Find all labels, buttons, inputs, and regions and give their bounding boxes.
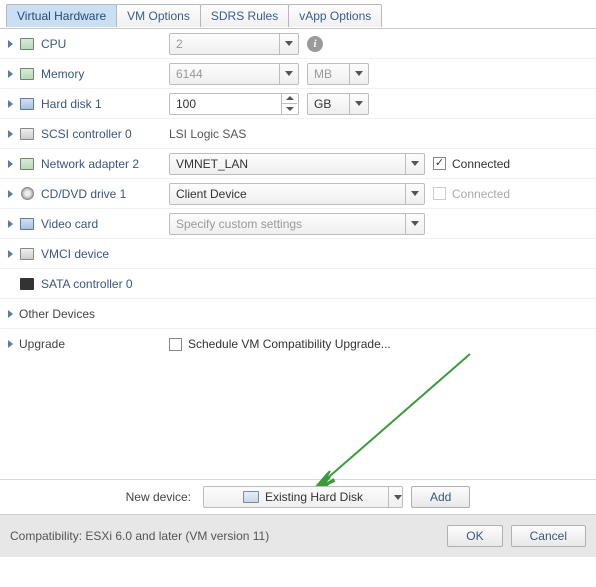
network2-select[interactable]: VMNET_LAN <box>169 153 425 175</box>
vmci-label: VMCI device <box>41 247 109 261</box>
cancel-button[interactable]: Cancel <box>511 525 586 547</box>
expand-icon[interactable] <box>8 40 13 48</box>
tab-vm-options[interactable]: VM Options <box>116 4 201 27</box>
cd-icon <box>19 187 35 201</box>
expand-icon[interactable] <box>8 160 13 168</box>
row-scsi: SCSI controller 0 LSI Logic SAS <box>0 119 596 149</box>
harddisk-icon <box>243 491 259 503</box>
expand-icon[interactable] <box>8 340 13 348</box>
dropdown-icon <box>349 94 367 114</box>
network2-connected[interactable]: Connected <box>433 157 510 171</box>
harddisk1-input[interactable]: 100 <box>169 93 299 115</box>
cddvd-label: CD/DVD drive 1 <box>41 187 126 201</box>
tab-bar: Virtual Hardware VM Options SDRS Rules v… <box>0 0 596 28</box>
row-cddvd: CD/DVD drive 1 Client Device Connected <box>0 179 596 209</box>
spinner-icon[interactable] <box>281 94 297 114</box>
cpu-icon <box>19 37 35 51</box>
harddisk-icon <box>19 97 35 111</box>
memory-input[interactable]: 6144 <box>169 63 299 85</box>
dropdown-icon <box>405 154 423 174</box>
checkbox-icon <box>433 157 446 170</box>
dropdown-icon <box>388 487 406 507</box>
tab-virtual-hardware[interactable]: Virtual Hardware <box>6 4 117 27</box>
compatibility-text: Compatibility: ESXi 6.0 and later (VM ve… <box>10 529 439 543</box>
new-device-label: New device: <box>126 490 191 504</box>
network-icon <box>19 157 35 171</box>
row-vmci: VMCI device <box>0 239 596 269</box>
vmci-icon <box>19 247 35 261</box>
checkbox-icon <box>433 187 446 200</box>
annotation-arrow-icon <box>300 349 480 504</box>
memory-unit-select[interactable]: MB <box>307 63 369 85</box>
video-icon <box>19 217 35 231</box>
video-select[interactable]: Specify custom settings <box>169 213 425 235</box>
expand-icon[interactable] <box>8 130 13 138</box>
cpu-select[interactable]: 2 <box>169 33 299 55</box>
row-upgrade: Upgrade Schedule VM Compatibility Upgrad… <box>0 329 596 359</box>
cddvd-select[interactable]: Client Device <box>169 183 425 205</box>
harddisk1-unit-select[interactable]: GB <box>307 93 369 115</box>
network2-label: Network adapter 2 <box>41 157 139 171</box>
row-cpu: CPU 2 i <box>0 29 596 59</box>
cddvd-connected: Connected <box>433 187 510 201</box>
row-sata: SATA controller 0 <box>0 269 596 299</box>
expand-icon[interactable] <box>8 310 13 318</box>
other-label: Other Devices <box>19 307 95 321</box>
checkbox-icon <box>169 338 182 351</box>
tab-vapp-options[interactable]: vApp Options <box>288 4 382 27</box>
cpu-label: CPU <box>41 37 66 51</box>
info-icon[interactable]: i <box>307 36 323 52</box>
row-video: Video card Specify custom settings <box>0 209 596 239</box>
dropdown-icon <box>405 214 423 234</box>
expand-icon[interactable] <box>8 70 13 78</box>
empty-area <box>0 359 596 479</box>
dropdown-icon <box>405 184 423 204</box>
dialog-footer: Compatibility: ESXi 6.0 and later (VM ve… <box>0 514 596 557</box>
scsi-icon <box>19 127 35 141</box>
row-memory: Memory 6144 MB <box>0 59 596 89</box>
expand-icon[interactable] <box>8 190 13 198</box>
scsi-value: LSI Logic SAS <box>169 127 246 141</box>
harddisk1-label: Hard disk 1 <box>41 97 102 111</box>
new-device-select[interactable]: Existing Hard Disk <box>203 486 403 508</box>
expand-icon[interactable] <box>8 220 13 228</box>
row-harddisk1: Hard disk 1 100 GB <box>0 89 596 119</box>
memory-icon <box>19 67 35 81</box>
hardware-panel: CPU 2 i Memory 6144 MB <box>0 28 596 479</box>
scsi-label: SCSI controller 0 <box>41 127 132 141</box>
dropdown-icon <box>279 34 297 54</box>
video-label: Video card <box>41 217 98 231</box>
memory-label: Memory <box>41 67 84 81</box>
dropdown-icon <box>279 64 297 84</box>
tab-sdrs-rules[interactable]: SDRS Rules <box>200 4 289 27</box>
sata-icon <box>19 277 35 291</box>
new-device-bar: New device: Existing Hard Disk Add <box>0 479 596 514</box>
row-other: Other Devices <box>0 299 596 329</box>
dropdown-icon <box>349 64 367 84</box>
row-network2: Network adapter 2 VMNET_LAN Connected <box>0 149 596 179</box>
sata-label: SATA controller 0 <box>41 277 133 291</box>
expand-icon[interactable] <box>8 100 13 108</box>
expand-icon[interactable] <box>8 250 13 258</box>
ok-button[interactable]: OK <box>447 525 502 547</box>
upgrade-label: Upgrade <box>19 337 65 351</box>
